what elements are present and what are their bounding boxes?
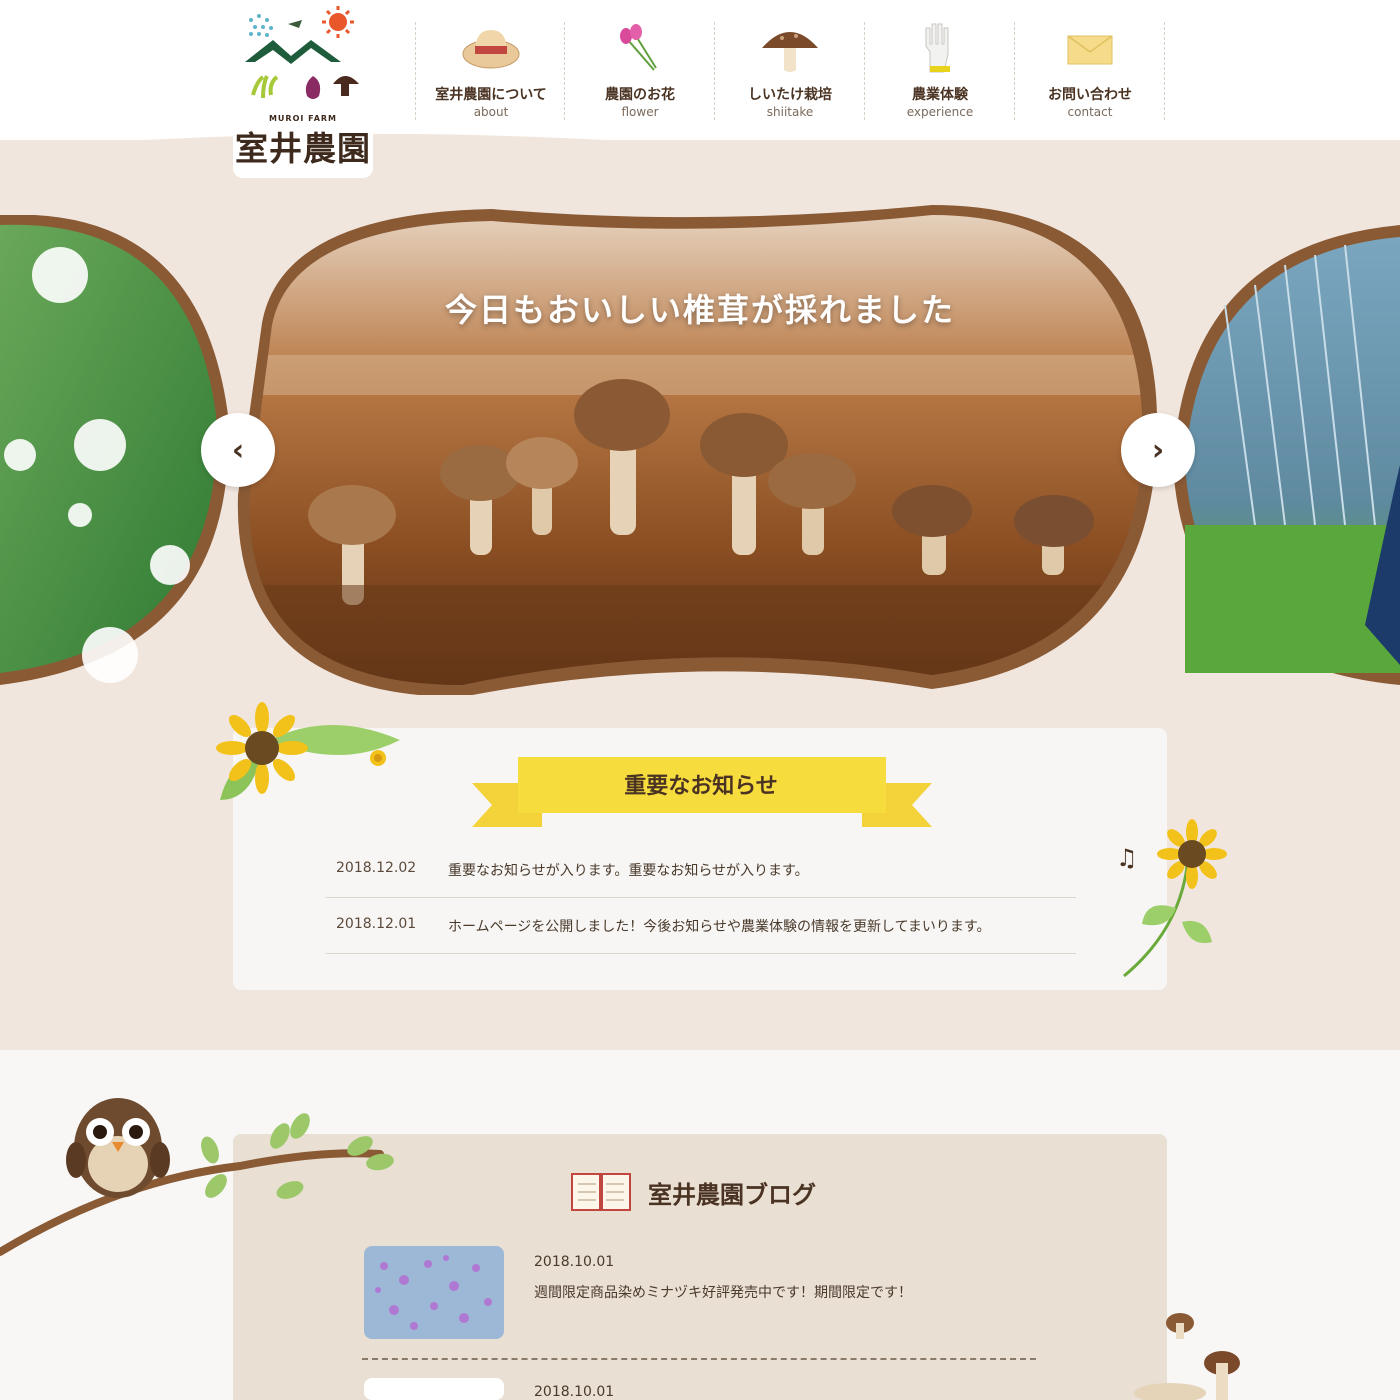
blog-divider (362, 1358, 1036, 1360)
notice-date: 2018.12.01 (336, 916, 417, 932)
envelope-icon (1067, 35, 1113, 65)
straw-hat-icon (462, 30, 520, 69)
blog-thumbnail (364, 1378, 504, 1400)
notice-item[interactable]: 2018.12.02 重要なお知らせが入ります。重要なお知らせが入ります。 (326, 842, 1076, 898)
notice-title: 重要なお知らせ (624, 774, 778, 799)
flower-icon (620, 24, 657, 71)
blog-post[interactable]: 2018.10.01 (364, 1378, 1036, 1400)
nav-label-shiitake: しいたけ栽培 (748, 87, 832, 103)
main-nav: 室井農園について about 農園のお花 flower しいたけ栽培 shiit… (415, 22, 1165, 120)
glove-icon (925, 23, 950, 73)
nav-sub-about: about (473, 105, 509, 119)
hero-wave-top (0, 133, 1400, 160)
slider-next-button[interactable]: › (1121, 413, 1195, 487)
logo-illustration (245, 6, 359, 99)
nav-sub-flower: flower (621, 105, 659, 119)
site-logo[interactable]: MUROI FARM 室井農園 (233, 0, 373, 178)
nav-sub-contact: contact (1067, 105, 1113, 119)
blog-title: 室井農園ブログ (648, 1181, 816, 1209)
book-icon (571, 1173, 631, 1211)
nav-sub-experience: experience (906, 105, 974, 119)
nav-label-experience: 農業体験 (912, 87, 968, 103)
blog-date: 2018.10.01 (534, 1254, 615, 1270)
owl-branch-icon (0, 1098, 394, 1256)
nav-item-about[interactable]: 室井農園について about (415, 22, 565, 120)
notice-text: 重要なお知らせが入ります。重要なお知らせが入ります。 (448, 863, 809, 879)
mushroom-decoration-icon (1134, 1313, 1240, 1400)
notice-item[interactable]: 2018.12.01 ホームページを公開しました！今後お知らせや農業体験の情報を… (326, 898, 1076, 954)
nav-item-experience[interactable]: 農業体験 experience (865, 22, 1015, 120)
nav-label-about: 室井農園について (435, 87, 547, 103)
blog-post[interactable]: 2018.10.01 週間限定商品染めミナヅキ好評発売中です！期間限定です！ (364, 1246, 1036, 1340)
notice-text: ホームページを公開しました！今後お知らせや農業体験の情報を更新してまいります。 (448, 919, 991, 935)
blog-text: 週間限定商品染めミナヅキ好評発売中です！期間限定です！ (534, 1285, 912, 1301)
chevron-left-icon: ‹ (231, 432, 245, 468)
nav-item-shiitake[interactable]: しいたけ栽培 shiitake (715, 22, 865, 120)
blog-date: 2018.10.01 (534, 1384, 615, 1400)
sunflower-icon (216, 702, 400, 800)
nav-label-contact: お問い合わせ (1048, 87, 1132, 103)
blog-thumbnail (364, 1246, 504, 1339)
nav-label-flower: 農園のお花 (605, 87, 675, 103)
sunflower-music-icon: ♫ (1116, 819, 1227, 978)
notice-date: 2018.12.02 (336, 860, 417, 876)
nav-sub-shiitake: shiitake (766, 105, 814, 119)
mushroom-icon (762, 32, 818, 72)
slider-prev-button[interactable]: ‹ (201, 413, 275, 487)
slide-caption: 今日もおいしい椎茸が採れました (444, 291, 955, 329)
nav-item-contact[interactable]: お問い合わせ contact (1015, 22, 1165, 120)
logo-text-jp: 室井農園 (235, 129, 371, 168)
slide-main-image (237, 205, 1158, 695)
svg-text:♫: ♫ (1116, 844, 1138, 872)
chevron-right-icon: › (1151, 432, 1165, 468)
nav-item-flower[interactable]: 農園のお花 flower (565, 22, 715, 120)
